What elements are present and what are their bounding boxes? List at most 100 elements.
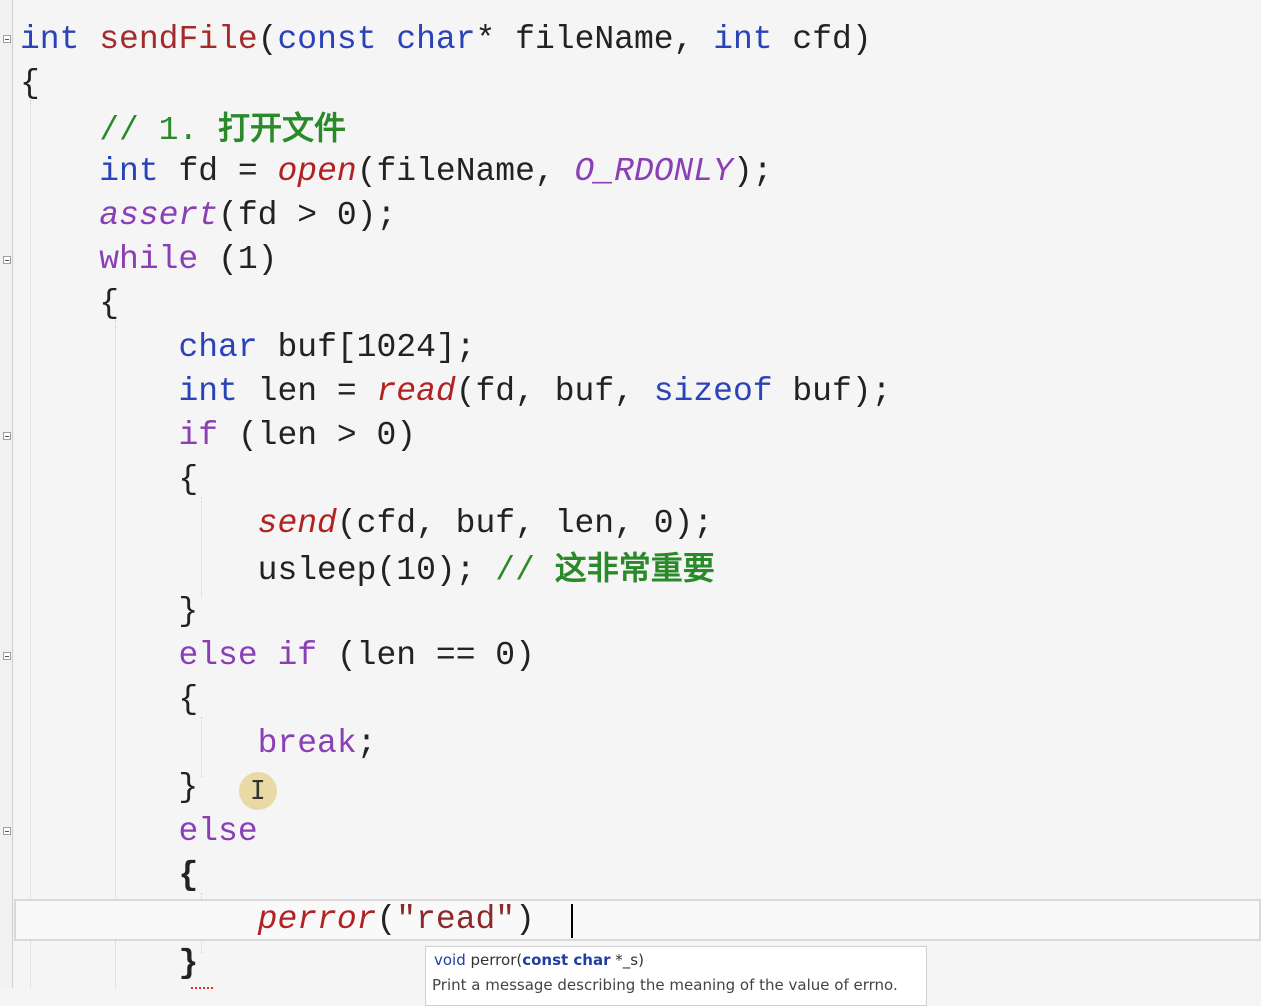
code-token: {	[178, 857, 199, 894]
code-token: buf);	[772, 373, 892, 410]
code-token: (fd > 0);	[218, 197, 397, 234]
code-token: send	[257, 505, 337, 542]
code-line[interactable]: if (len > 0)	[20, 414, 416, 458]
code-token: char	[178, 329, 258, 366]
code-line[interactable]: break;	[20, 722, 377, 766]
tooltip-return-type: void	[434, 951, 466, 969]
code-editor[interactable]: int sendFile(const char* fileName, int c…	[0, 0, 1261, 1006]
ibeam-cursor-icon: I	[250, 776, 266, 806]
code-line[interactable]: else	[20, 810, 258, 854]
code-token: {	[20, 461, 199, 498]
code-line[interactable]: assert(fd > 0);	[20, 194, 396, 238]
code-token: }	[178, 945, 199, 982]
code-token: const	[277, 21, 377, 58]
code-token: assert	[99, 197, 219, 234]
code-line[interactable]: int fd = open(fileName, O_RDONLY);	[20, 150, 772, 194]
code-token: sizeof	[653, 373, 773, 410]
code-token: 这非常重要	[554, 549, 715, 587]
fold-toggle-icon[interactable]	[3, 432, 11, 440]
code-token: "read"	[396, 901, 516, 938]
gutter-divider	[12, 0, 13, 988]
code-line[interactable]: }	[20, 942, 198, 986]
code-token: (	[257, 21, 278, 58]
code-token: // 1.	[99, 112, 219, 149]
code-token: if	[178, 417, 219, 454]
code-token: (cfd, buf, len, 0);	[336, 505, 714, 542]
code-token: }	[20, 593, 199, 630]
code-line[interactable]: send(cfd, buf, len, 0);	[20, 502, 713, 546]
code-token: buf[1024];	[257, 329, 476, 366]
tooltip-param-rest: *_s)	[610, 951, 644, 969]
tooltip-signature: void perror(const char *_s)	[434, 951, 644, 969]
code-token: //	[495, 552, 555, 589]
code-token: break	[257, 725, 357, 762]
code-line[interactable]: }	[20, 590, 198, 634]
code-token: else	[178, 813, 258, 850]
code-token: cfd)	[772, 21, 872, 58]
code-token: (len == 0)	[317, 637, 535, 674]
code-line[interactable]: {	[20, 678, 198, 722]
code-line[interactable]: // 1. 打开文件	[20, 106, 346, 150]
code-token: (1)	[198, 241, 278, 278]
fold-toggle-icon[interactable]	[3, 35, 11, 43]
code-line[interactable]: {	[20, 62, 40, 106]
code-token: int	[178, 373, 238, 410]
code-token: (len > 0)	[218, 417, 417, 454]
fold-toggle-icon[interactable]	[3, 652, 11, 660]
error-squiggle	[191, 983, 213, 989]
tooltip-func-name: perror(	[470, 951, 523, 969]
code-token: if	[277, 637, 318, 674]
code-line[interactable]: {	[20, 854, 198, 898]
code-line[interactable]: {	[20, 282, 119, 326]
quick-info-tooltip: void perror(const char *_s) Print a mess…	[425, 946, 927, 1006]
code-token: while	[99, 241, 199, 278]
fold-toggle-icon[interactable]	[3, 827, 11, 835]
code-token: }	[20, 769, 199, 806]
code-token: int	[20, 21, 80, 58]
code-line[interactable]: int sendFile(const char* fileName, int c…	[20, 18, 872, 62]
code-token: int	[99, 153, 159, 190]
code-token: ;	[356, 725, 377, 762]
code-token: O_RDONLY	[574, 153, 733, 190]
code-line[interactable]: int len = read(fd, buf, sizeof buf);	[20, 370, 891, 414]
code-line[interactable]: while (1)	[20, 238, 277, 282]
tooltip-param-type: const char	[522, 951, 611, 969]
code-token: open	[277, 153, 357, 190]
code-line[interactable]: perror("read")	[20, 898, 535, 942]
code-token: {	[20, 285, 120, 322]
code-token: else	[178, 637, 258, 674]
code-line[interactable]: {	[20, 458, 198, 502]
code-token: * fileName,	[475, 21, 714, 58]
code-token: (	[376, 901, 397, 938]
code-token: perror	[257, 901, 377, 938]
fold-toggle-icon[interactable]	[3, 256, 11, 264]
code-token: )	[515, 901, 535, 938]
code-line[interactable]: }	[20, 766, 198, 810]
code-line[interactable]: usleep(10); // 这非常重要	[20, 546, 715, 590]
code-token: {	[20, 681, 199, 718]
code-line[interactable]: else if (len == 0)	[20, 634, 535, 678]
code-token: len =	[237, 373, 377, 410]
code-line[interactable]: char buf[1024];	[20, 326, 476, 370]
code-token: char	[396, 21, 476, 58]
code-token: fd =	[158, 153, 278, 190]
code-token: (fileName,	[356, 153, 575, 190]
text-caret	[571, 904, 573, 938]
code-token: int	[713, 21, 773, 58]
